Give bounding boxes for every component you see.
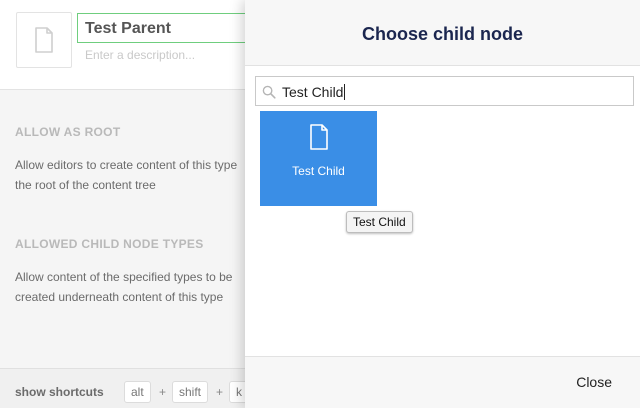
content-type-icon-picker[interactable]	[16, 12, 72, 68]
shortcut-key-shift: shift	[172, 381, 209, 403]
choose-child-node-dialog: Choose child node Test Child Test Child …	[245, 0, 640, 408]
node-type-label: Test Child	[292, 164, 345, 178]
allowed-child-types-description: Allow content of the specified types to …	[15, 267, 255, 307]
allow-as-root-line-1: Allow editors to create content of this …	[15, 158, 238, 172]
allow-as-root-line-2: the root of the content tree	[15, 178, 156, 192]
allowed-child-types-line-1: Allow content of the specified types to …	[15, 270, 233, 284]
document-icon	[309, 124, 328, 150]
allow-as-root-description: Allow editors to create content of this …	[15, 155, 255, 195]
allowed-child-types-section: ALLOWED CHILD NODE TYPES Allow content o…	[15, 237, 255, 307]
allow-as-root-section: ALLOW AS ROOT Allow editors to create co…	[15, 125, 255, 195]
shortcut-key-alt: alt	[124, 381, 151, 403]
name-input-value: Test Parent	[85, 20, 171, 37]
document-icon	[35, 27, 53, 53]
dialog-body: Test Child Test Child Test Child	[245, 66, 640, 356]
dialog-title: Choose child node	[361, 24, 523, 44]
allowed-child-types-title: ALLOWED CHILD NODE TYPES	[15, 237, 204, 251]
dialog-header: Choose child node	[245, 0, 640, 66]
search-icon	[262, 85, 276, 99]
search-input-value: Test Child	[282, 84, 346, 100]
node-type-tooltip: Test Child	[346, 211, 413, 233]
node-type-tile-test-child[interactable]: Test Child	[260, 111, 377, 206]
search-input-text: Test Child	[282, 84, 344, 100]
shortcut-plus: +	[159, 385, 167, 399]
show-shortcuts-label[interactable]: show shortcuts	[15, 385, 104, 399]
close-button[interactable]: Close	[576, 374, 612, 390]
description-input[interactable]: Enter a description...	[85, 48, 195, 62]
text-caret	[344, 84, 346, 100]
shortcut-plus: +	[216, 385, 224, 399]
node-search-input[interactable]: Test Child	[255, 76, 634, 106]
allowed-child-types-line-2: created underneath content of this type	[15, 290, 224, 304]
dialog-footer: Close	[245, 356, 640, 408]
allow-as-root-title: ALLOW AS ROOT	[15, 125, 121, 139]
